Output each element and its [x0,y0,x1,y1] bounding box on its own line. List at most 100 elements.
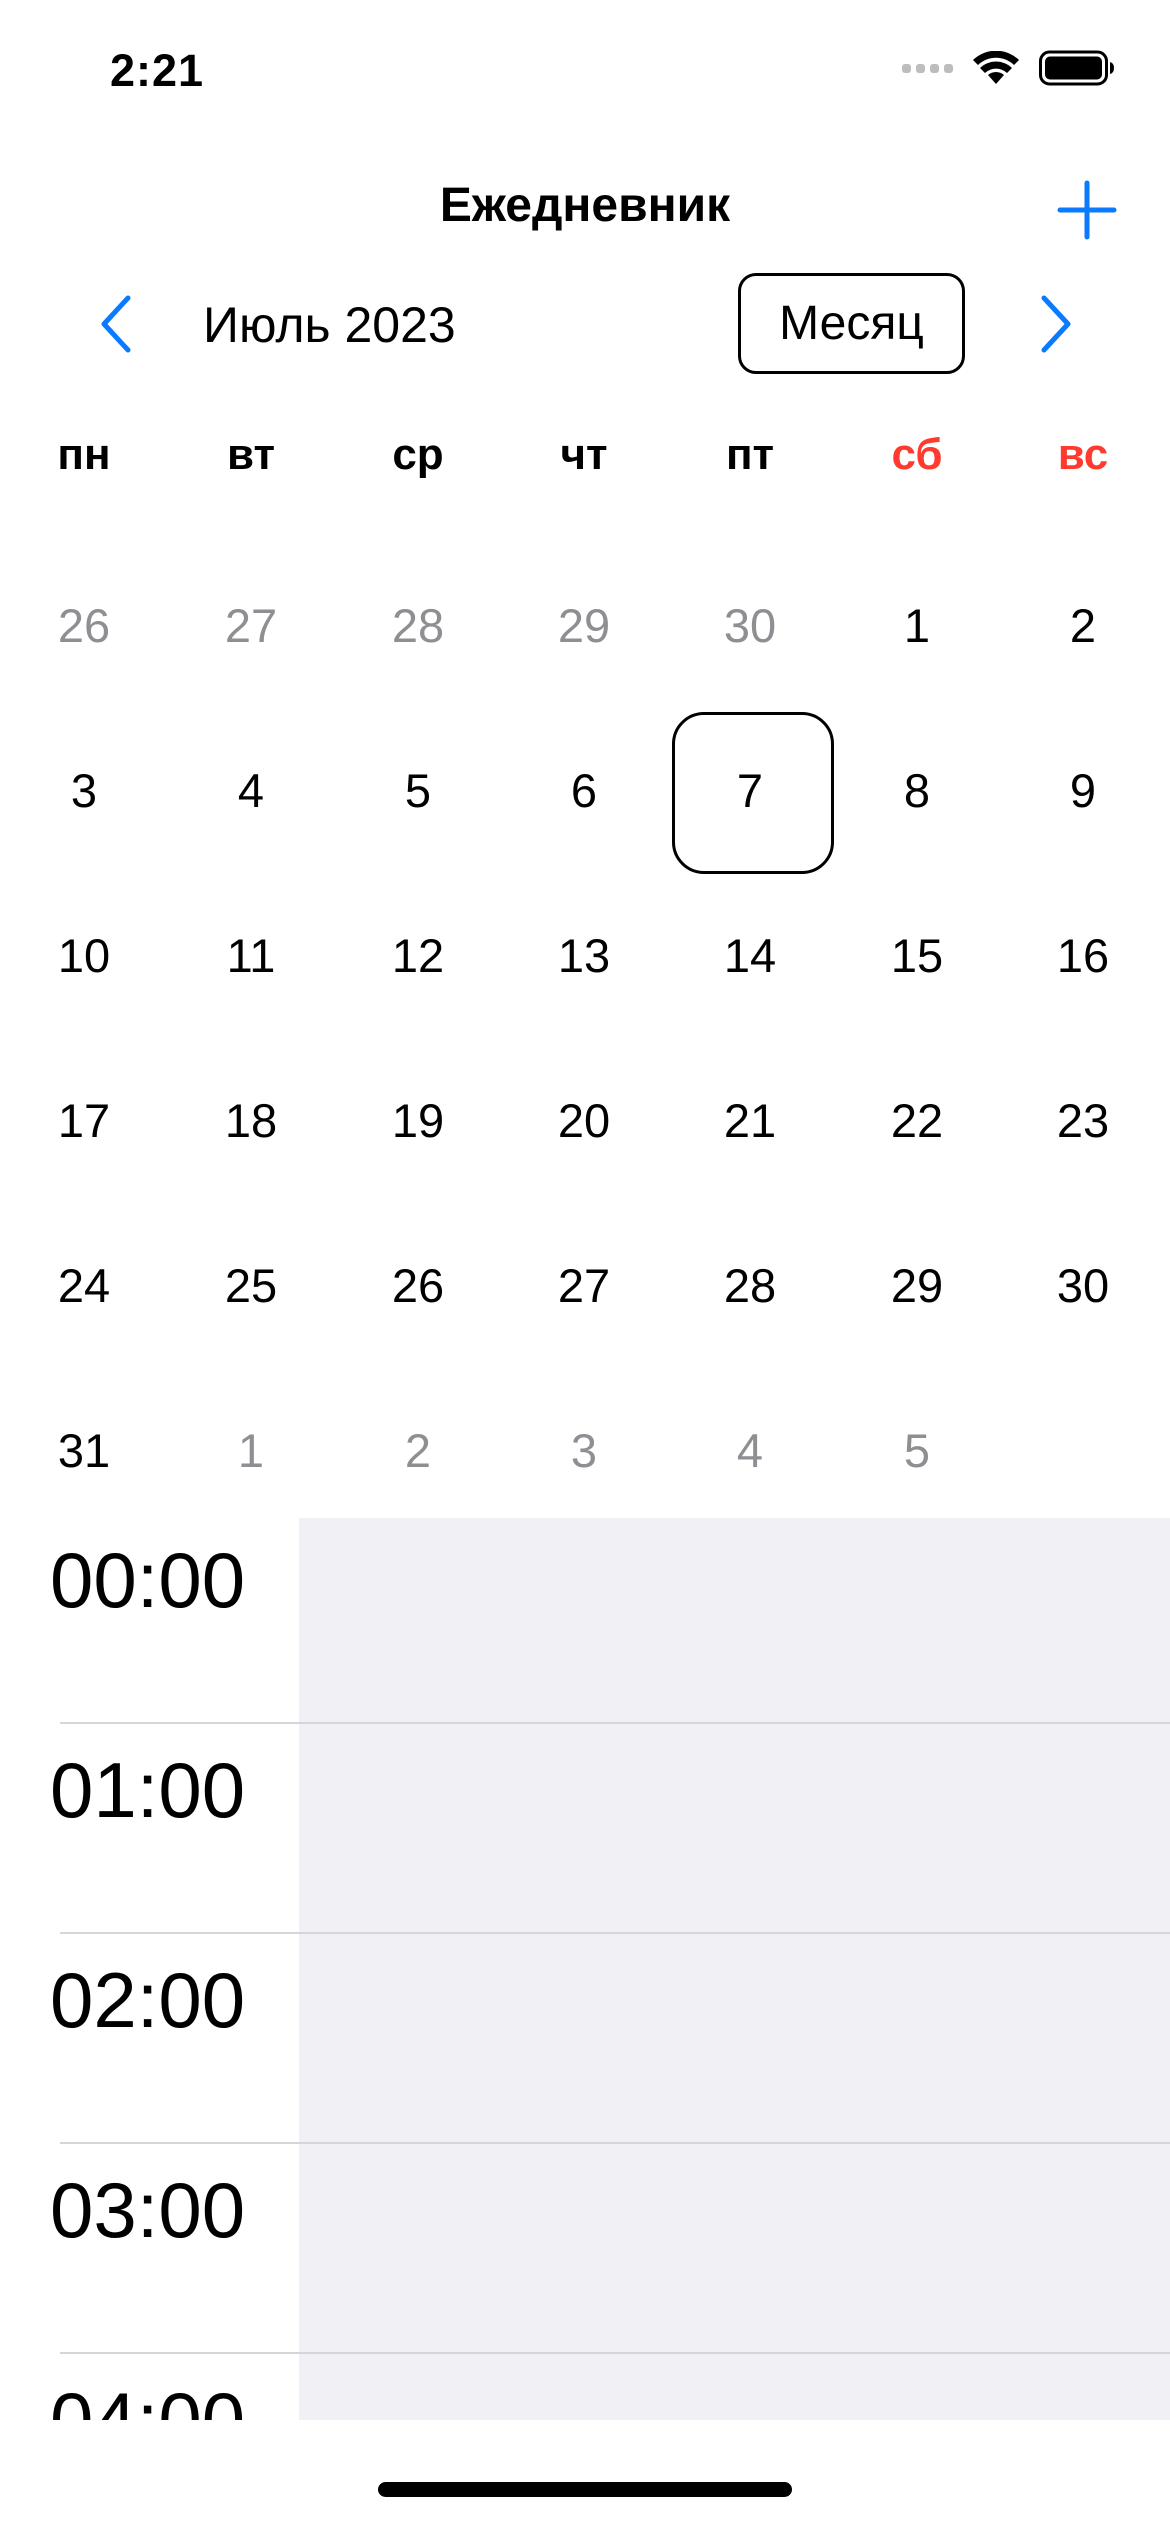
weekday-label: вс [1057,430,1109,479]
calendar-day[interactable]: 25 [171,1205,331,1365]
calendar-day-number: 27 [224,598,278,652]
calendar-day[interactable]: 26 [338,1205,498,1365]
calendar-day[interactable]: 20 [504,1040,664,1200]
hour-divider [60,2142,1170,2144]
weekday-label: пн [57,430,111,479]
calendar-day[interactable]: 9 [1003,710,1163,870]
calendar-day-number: 24 [57,1258,111,1312]
calendar-day[interactable]: 6 [504,710,664,870]
calendar-day[interactable]: 10 [4,875,164,1035]
calendar-day[interactable]: 12 [338,875,498,1035]
calendar-day-number: 17 [57,1093,111,1147]
calendar-day[interactable]: 30 [1003,1205,1163,1365]
calendar-day[interactable]: 31 [4,1370,164,1530]
calendar-day[interactable]: 1 [837,545,997,705]
calendar-day-number: 4 [237,763,265,817]
calendar-day[interactable]: 27 [171,545,331,705]
calendar-day-number: 1 [237,1423,265,1477]
add-button[interactable] [1055,178,1119,242]
calendar-day[interactable]: 17 [4,1040,164,1200]
calendar-day[interactable]: 29 [504,545,664,705]
calendar-day[interactable]: 29 [837,1205,997,1365]
calendar-day-number: 29 [557,598,611,652]
calendar-day[interactable]: 19 [338,1040,498,1200]
weekday-label: пт [725,430,775,479]
calendar-day[interactable]: 28 [670,1205,830,1365]
calendar-day-number: 2 [1069,598,1097,652]
home-indicator [378,2482,792,2497]
calendar-day[interactable]: 4 [171,710,331,870]
hour-label: 02:00 [50,1956,246,2044]
screen: 2:21 Ежедневник Июль 2023 Месяц пн вт ср… [0,0,1170,2532]
calendar-day-number: 5 [404,763,432,817]
calendar-day-number: 6 [570,763,598,817]
weekday-label: чт [560,430,608,479]
calendar-day-number: 4 [736,1423,764,1477]
calendar-day[interactable]: 2 [1003,545,1163,705]
wifi-icon [973,51,1019,84]
calendar-day[interactable]: 18 [171,1040,331,1200]
day-schedule[interactable]: 00:00 01:00 02:00 03:00 04:00 [0,1518,1170,2420]
hour-divider [60,2352,1170,2354]
calendar-day[interactable]: 24 [4,1205,164,1365]
calendar-day-number: 13 [557,928,611,982]
calendar-day-number: 22 [890,1093,944,1147]
hour-label: 00:00 [50,1536,246,1624]
chevron-right-icon [1041,295,1071,353]
calendar-day[interactable]: 2 [338,1370,498,1530]
calendar-day-selected[interactable]: 7 [670,710,834,874]
calendar-day[interactable]: 8 [837,710,997,870]
calendar-day-number: 21 [723,1093,777,1147]
weekday-label: сб [891,430,943,479]
calendar-day[interactable]: 5 [338,710,498,870]
calendar-day-number: 20 [557,1093,611,1147]
prev-month-button[interactable] [92,292,142,356]
plus-icon [1057,180,1117,240]
calendar-day[interactable]: 13 [504,875,664,1035]
calendar-day-number: 9 [1069,763,1097,817]
calendar-day[interactable]: 30 [670,545,830,705]
month-label: Июль 2023 [203,297,456,353]
calendar-day[interactable]: 14 [670,875,830,1035]
calendar-day-number: 30 [723,598,777,652]
calendar-day-number: 5 [903,1423,931,1477]
calendar-day-number: 19 [391,1093,445,1147]
calendar-day-number: 2 [404,1423,432,1477]
calendar-day-number: 28 [723,1258,777,1312]
calendar-day-number: 15 [890,928,944,982]
schedule-events-area[interactable] [299,1518,1170,2420]
calendar-day-number: 29 [890,1258,944,1312]
calendar-day-number: 7 [736,763,764,817]
calendar-grid: 26 27 28 29 30 1 2 3 4 5 6 7 8 9 10 11 12 13 14 15 16 17 18 19 2… [0,545,1170,1535]
calendar-day[interactable]: 26 [4,545,164,705]
hour-label: 01:00 [50,1746,246,1834]
calendar-day[interactable]: 4 [670,1370,830,1530]
weekday-label: вт [226,430,276,479]
calendar-day[interactable]: 3 [4,710,164,870]
status-time: 2:21 [110,45,205,96]
calendar-day[interactable]: 15 [837,875,997,1035]
calendar-day[interactable]: 5 [837,1370,997,1530]
hour-label: 04:00 [50,2376,246,2420]
calendar-day-number: 3 [570,1423,598,1477]
calendar-day[interactable]: 16 [1003,875,1163,1035]
calendar-day-number: 18 [224,1093,278,1147]
calendar-day[interactable]: 22 [837,1040,997,1200]
calendar-day[interactable]: 27 [504,1205,664,1365]
calendar-day[interactable]: 23 [1003,1040,1163,1200]
view-mode-button[interactable]: Месяц [738,273,965,374]
calendar-day-number: 16 [1056,928,1110,982]
weekday-label: ср [392,430,444,479]
calendar-day-number: 30 [1056,1258,1110,1312]
calendar-day[interactable]: 1 [171,1370,331,1530]
calendar-day[interactable]: 21 [670,1040,830,1200]
hour-divider [60,1722,1170,1724]
calendar-day[interactable]: 3 [504,1370,664,1530]
calendar-day-number: 23 [1056,1093,1110,1147]
calendar-day[interactable]: 28 [338,545,498,705]
calendar-day-number: 28 [391,598,445,652]
calendar-day[interactable]: 11 [171,875,331,1035]
nav-title: Ежедневник [439,179,731,232]
calendar-day-number: 31 [57,1423,111,1477]
next-month-button[interactable] [1030,292,1080,356]
